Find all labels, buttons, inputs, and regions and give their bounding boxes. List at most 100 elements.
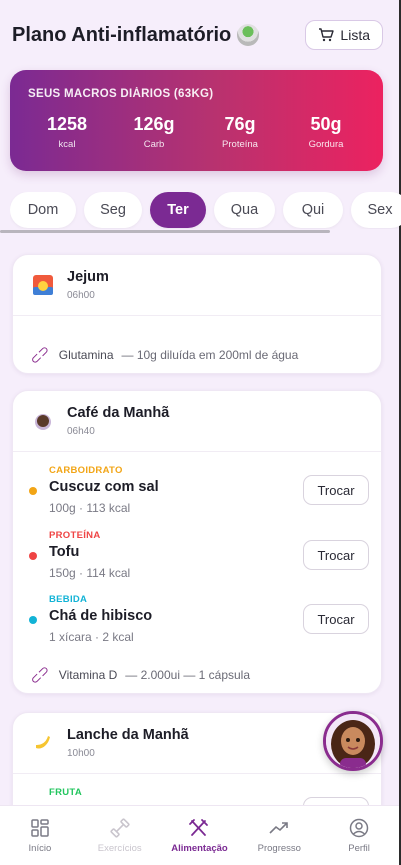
supplement-name: Glutamina <box>58 348 114 362</box>
tab-dom[interactable]: Dom <box>10 192 76 228</box>
macro-value: 76g <box>224 114 256 134</box>
tab-label: Sex <box>367 202 393 218</box>
tab-label: Dom <box>27 202 59 218</box>
food-detail: 150g · 114 kcal <box>49 566 131 580</box>
tab-label: Qui <box>301 202 325 218</box>
supplement-row: ⊂⊃ Vitamina D — 2.000ui — 1 cápsula <box>27 662 251 688</box>
food-category: BEBIDA <box>49 594 88 605</box>
swap-label: Trocar <box>317 482 355 498</box>
avatar-illustration <box>326 714 380 768</box>
macro-protein: 76g Proteína <box>205 114 275 150</box>
tab-qua[interactable]: Qua <box>214 192 275 228</box>
swap-button[interactable]: Trocar <box>303 475 369 505</box>
food-name: Cuscuz com sal <box>49 479 159 495</box>
cart-icon <box>318 28 335 42</box>
divider <box>13 773 381 774</box>
daily-macros-card: SEUS MACROS DIÁRIOS (63KG) 1258 kcal 126… <box>10 70 383 171</box>
category-dot <box>29 487 37 495</box>
food-detail: 1 xícara · 2 kcal <box>49 630 134 644</box>
meal-time: 10h00 <box>67 748 95 759</box>
macro-fat: 50g Gordura <box>291 114 361 150</box>
swap-label: Trocar <box>317 611 355 627</box>
nav-label: Alimentação <box>171 843 228 854</box>
supplement-name: Vitamina D <box>58 668 118 682</box>
shopping-list-button[interactable]: Lista <box>305 20 383 50</box>
meal-name: Café da Manhã <box>67 405 170 421</box>
nav-inicio[interactable]: Início <box>0 806 80 865</box>
bottom-nav: Início Exercícios Alimentação Progresso … <box>0 805 399 865</box>
food-name: Tofu <box>49 544 80 560</box>
tab-seg[interactable]: Seg <box>84 192 142 228</box>
macro-label: kcal <box>58 139 76 150</box>
meal-name: Lanche da Manhã <box>67 727 189 743</box>
swap-button[interactable]: Trocar <box>303 604 369 634</box>
meal-header: Lanche da Manhã 10h00 <box>33 727 189 759</box>
link-icon: ⊂⊃ <box>26 661 53 688</box>
grid-icon <box>31 819 49 837</box>
page-title-text: Plano Anti-inflamatório <box>12 23 232 46</box>
food-detail: 100g · 113 kcal <box>49 501 131 515</box>
tab-sex[interactable]: Sex <box>351 192 401 228</box>
macro-value: 1258 <box>46 114 88 134</box>
nav-exercicios[interactable]: Exercícios <box>80 806 160 865</box>
page-title: Plano Anti-inflamatório <box>12 23 260 47</box>
nav-label: Progresso <box>257 843 301 854</box>
category-dot <box>29 552 37 560</box>
nav-progresso[interactable]: Progresso <box>239 806 319 865</box>
tab-label: Ter <box>167 202 189 218</box>
macro-value: 126g <box>133 114 175 134</box>
sunrise-icon <box>33 275 53 295</box>
meal-card-cafe-da-manha: Café da Manhã 06h40 CARBOIDRATO Cuscuz c… <box>12 390 382 694</box>
meal-header: Jejum 06h00 <box>33 269 109 301</box>
supplement-detail: — 10g diluída em 200ml de água <box>121 348 299 362</box>
tab-label: Seg <box>100 202 126 218</box>
food-item-cuscuz: CARBOIDRATO Cuscuz com sal 100g · 113 kc… <box>29 465 369 520</box>
nav-label: Início <box>28 843 52 854</box>
macro-kcal: 1258 kcal <box>32 114 102 150</box>
swap-button[interactable]: Trocar <box>303 540 369 570</box>
nav-alimentacao[interactable]: Alimentação <box>160 806 240 865</box>
meal-header: Café da Manhã 06h40 <box>33 405 169 437</box>
assistant-avatar[interactable] <box>323 711 383 771</box>
macro-label: Carb <box>143 139 165 150</box>
day-tabs: Dom Seg Ter Qua Qui Sex <box>10 192 401 229</box>
shopping-list-label: Lista <box>340 27 370 43</box>
supplement-row: ⊂⊃ Glutamina — 10g diluída em 200ml de á… <box>27 342 299 368</box>
food-item-tofu: PROTEÍNA Tofu 150g · 114 kcal Trocar <box>29 530 369 585</box>
swap-label: Trocar <box>317 547 355 563</box>
tab-ter[interactable]: Ter <box>150 192 206 228</box>
macros-title: SEUS MACROS DIÁRIOS (63KG) <box>28 88 214 100</box>
food-category: CARBOIDRATO <box>49 465 123 476</box>
supplement-detail: — 2.000ui — 1 cápsula <box>125 668 251 682</box>
utensils-icon <box>189 819 209 836</box>
macro-carb: 126g Carb <box>119 114 189 150</box>
link-icon: ⊂⊃ <box>26 341 53 368</box>
meal-name: Jejum <box>67 269 109 285</box>
coffee-cup-icon <box>35 414 51 430</box>
macro-label: Proteína <box>222 139 258 150</box>
meal-card-jejum: Jejum 06h00 ⊂⊃ Glutamina — 10g diluída e… <box>12 254 382 374</box>
meal-time: 06h00 <box>67 290 95 301</box>
tab-qui[interactable]: Qui <box>283 192 343 228</box>
macro-value: 50g <box>310 114 342 134</box>
meal-time: 06h40 <box>67 426 95 437</box>
nav-label: Exercícios <box>97 843 142 854</box>
header: Plano Anti-inflamatório Lista <box>12 18 383 52</box>
category-dot <box>29 616 37 624</box>
tabs-scrollbar[interactable] <box>0 230 330 233</box>
food-category: FRUTA <box>49 787 82 798</box>
dumbbell-icon <box>110 818 130 838</box>
nav-perfil[interactable]: Perfil <box>319 806 399 865</box>
salad-bowl-icon <box>237 24 260 46</box>
nav-label: Perfil <box>348 843 370 854</box>
trend-up-icon <box>269 822 289 834</box>
food-category: PROTEÍNA <box>49 530 101 541</box>
user-circle-icon <box>349 818 369 838</box>
divider <box>13 451 381 452</box>
food-item-cha-de-hibisco: BEBIDA Chá de hibisco 1 xícara · 2 kcal … <box>29 594 369 649</box>
divider <box>13 315 381 316</box>
macro-label: Gordura <box>308 139 344 150</box>
food-name: Chá de hibisco <box>49 608 153 624</box>
tab-label: Qua <box>230 202 259 218</box>
banana-icon <box>36 736 50 749</box>
